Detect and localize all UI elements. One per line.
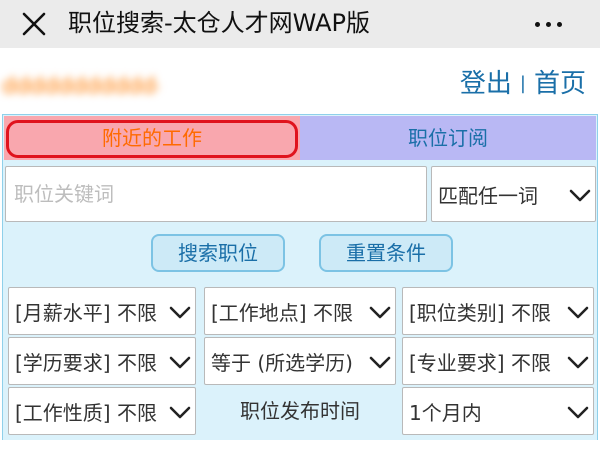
select-value: 等于 (所选学历) [211, 350, 353, 375]
category-select[interactable]: [职位类别] 不限 [402, 287, 594, 335]
select-value: [专业要求] 不限 [409, 350, 551, 375]
match-mode-select[interactable]: 匹配任一词 [431, 166, 596, 222]
publish-time-label: 职位发布时间 [240, 399, 360, 423]
username-blurred: ddddddddddddd [2, 74, 158, 99]
tab-label: 附近的工作 [102, 126, 202, 150]
home-link[interactable]: 首页 [534, 69, 586, 99]
tab-job-subscription[interactable]: 职位订阅 [300, 116, 596, 160]
salary-select[interactable]: [月薪水平] 不限 [8, 287, 196, 335]
select-value: [月薪水平] 不限 [15, 300, 157, 325]
publish-time-select[interactable]: 1个月内 [402, 387, 594, 435]
search-jobs-button[interactable]: 搜索职位 [151, 234, 285, 272]
search-panel: 附近的工作 职位订阅 匹配任一词 搜索职位 重置条件 [月薪水平] 不限 [工作… [2, 114, 598, 450]
select-value: 1个月内 [409, 400, 482, 425]
bottom-strip [0, 440, 600, 450]
keyword-input[interactable] [5, 166, 427, 222]
select-value: [工作性质] 不限 [15, 400, 157, 425]
logout-link[interactable]: 登出 [460, 69, 512, 99]
chevron-down-icon [169, 352, 191, 370]
job-type-select[interactable]: [工作性质] 不限 [8, 387, 196, 435]
chevron-down-icon [567, 302, 589, 320]
app-bar: 职位搜索-太仓人才网WAP版 [0, 0, 600, 48]
select-value: [职位类别] 不限 [409, 300, 551, 325]
chevron-down-icon [169, 402, 191, 420]
select-value: 匹配任一词 [438, 183, 538, 208]
chevron-down-icon [569, 185, 591, 203]
chevron-down-icon [369, 352, 391, 370]
user-row: ddddddddddddd 登出 | 首页 [0, 48, 600, 112]
chevron-down-icon [369, 302, 391, 320]
location-select[interactable]: [工作地点] 不限 [204, 287, 396, 335]
user-links: 登出 | 首页 [460, 66, 586, 102]
close-icon[interactable] [20, 10, 48, 38]
chevron-down-icon [567, 352, 589, 370]
education-select[interactable]: [学历要求] 不限 [8, 337, 196, 385]
tab-nearby-jobs[interactable]: 附近的工作 [4, 116, 300, 160]
link-separator: | [519, 73, 526, 94]
more-dots-icon[interactable] [528, 10, 568, 38]
major-select[interactable]: [专业要求] 不限 [402, 337, 594, 385]
page-title: 职位搜索-太仓人才网WAP版 [68, 9, 370, 37]
select-value: [学历要求] 不限 [15, 350, 157, 375]
chevron-down-icon [567, 402, 589, 420]
select-value: [工作地点] 不限 [211, 300, 353, 325]
reset-conditions-button[interactable]: 重置条件 [319, 234, 453, 272]
education-compare-select[interactable]: 等于 (所选学历) [204, 337, 396, 385]
chevron-down-icon [169, 302, 191, 320]
